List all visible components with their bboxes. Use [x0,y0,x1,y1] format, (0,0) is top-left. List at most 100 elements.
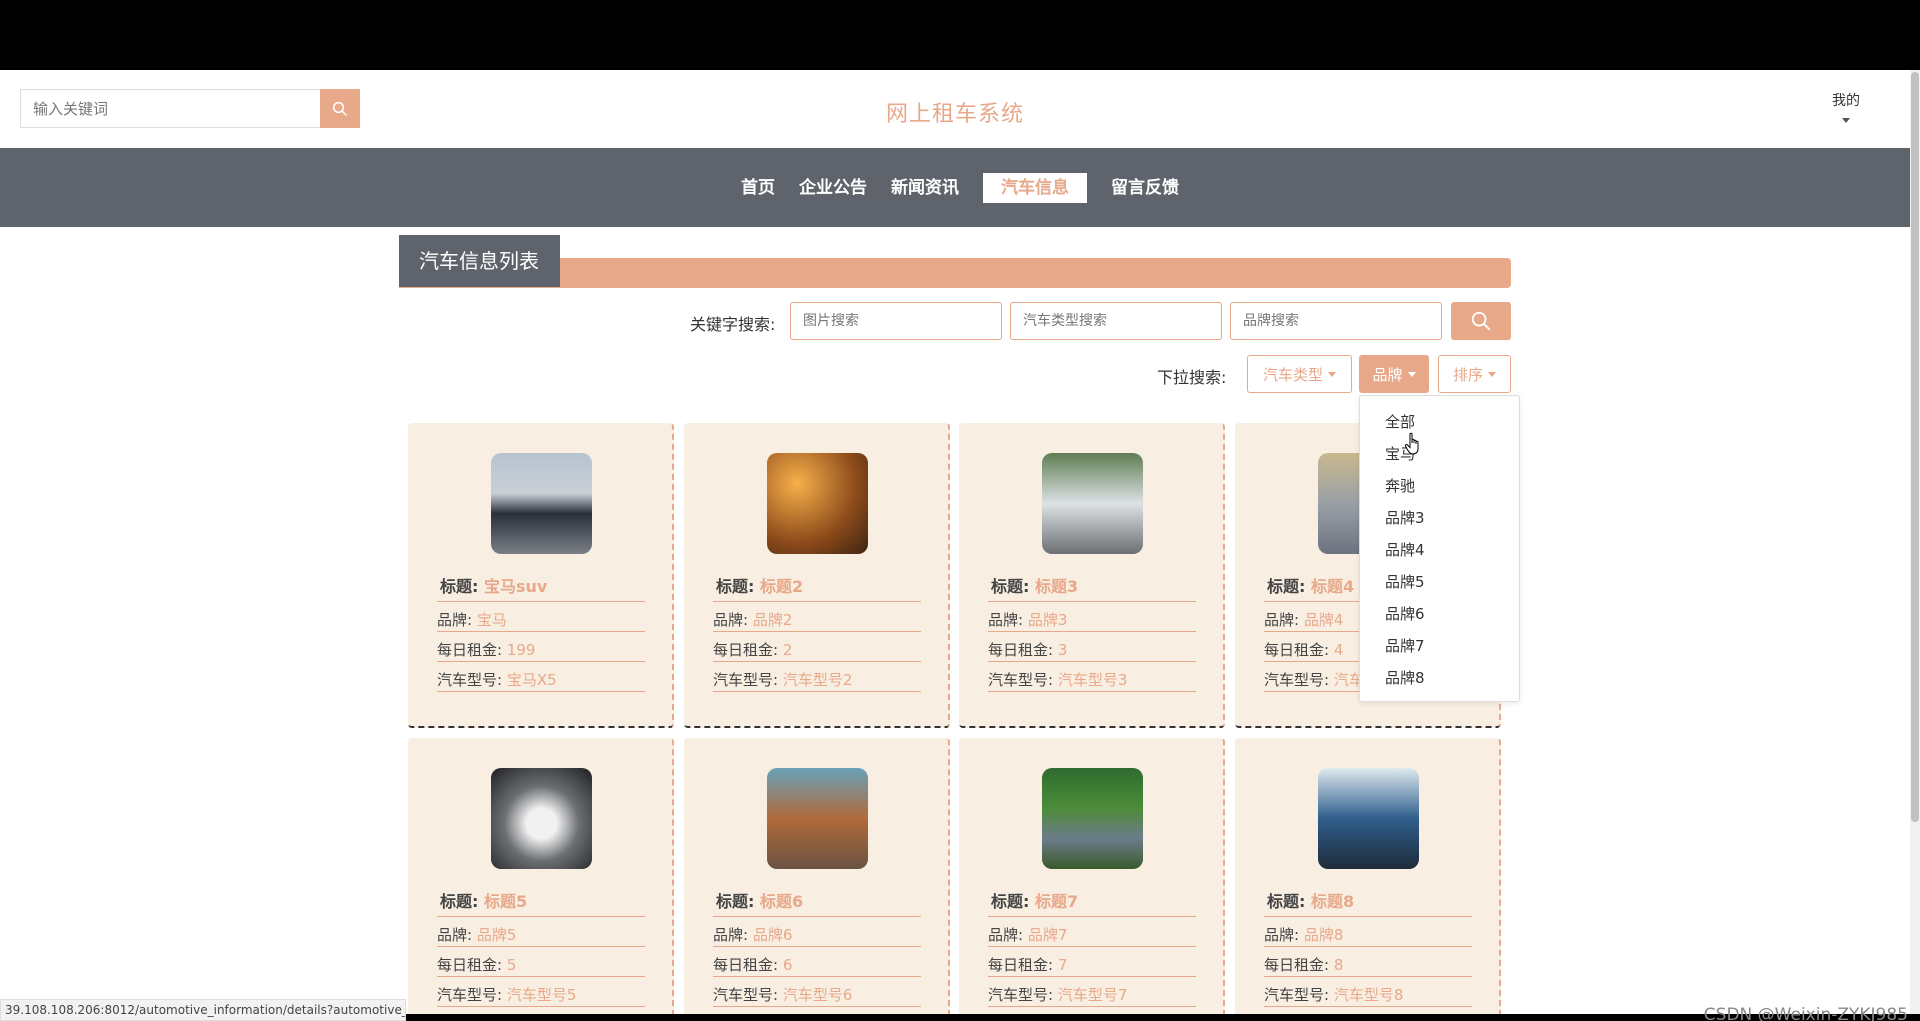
car-type-dropdown-label: 汽车类型 [1262,365,1323,384]
brand-option[interactable]: 品牌8 [1385,667,1425,688]
car-image[interactable] [767,453,868,554]
car-brand: 品牌: 宝马 [437,611,507,629]
divider [437,631,645,632]
divider [437,661,645,662]
divider [1264,1006,1472,1007]
car-brand: 品牌: 品牌3 [988,611,1068,629]
hand-cursor-icon [1405,432,1419,455]
car-brand: 品牌: 品牌2 [713,611,793,629]
car-daily-rent: 每日租金: 7 [988,956,1068,974]
nav-home[interactable]: 首页 [729,173,787,203]
nav-news[interactable]: 新闻资讯 [879,173,971,203]
sort-dropdown[interactable]: 排序 [1438,355,1511,393]
car-daily-rent: 每日租金: 3 [988,641,1068,659]
car-type-dropdown[interactable]: 汽车类型 [1247,355,1352,393]
divider [988,601,1196,602]
scrollbar-thumb[interactable] [1911,72,1919,822]
car-card[interactable]: 标题: 标题6 品牌: 品牌6 每日租金: 6 汽车型号: 汽车型号6 [684,738,950,1014]
car-model: 汽车型号: 汽车型号3 [988,671,1128,689]
car-title: 标题: 宝马suv [440,577,548,596]
car-title: 标题: 标题8 [1267,892,1355,911]
divider [988,631,1196,632]
keyword-search-button[interactable] [1451,302,1511,340]
divider [713,601,921,602]
divider [437,1006,645,1007]
car-image[interactable] [1318,768,1419,869]
car-image[interactable] [1042,453,1143,554]
divider [1264,916,1472,917]
divider [437,601,645,602]
nav-announcements[interactable]: 企业公告 [787,173,879,203]
divider [713,1006,921,1007]
page: 网上租车系统 我的 首页 企业公告 新闻资讯 汽车信息 留言反馈 汽车信息列表 … [0,70,1920,1014]
car-card[interactable]: 标题: 标题7 品牌: 品牌7 每日租金: 7 汽车型号: 汽车型号7 [959,738,1225,1014]
car-brand: 品牌: 品牌7 [988,926,1068,944]
car-daily-rent: 每日租金: 6 [713,956,793,974]
car-image[interactable] [1042,768,1143,869]
car-title: 标题: 标题6 [716,892,804,911]
car-brand: 品牌: 品牌4 [1264,611,1344,629]
image-search-input[interactable] [790,302,1002,340]
divider [713,661,921,662]
section-title-bar [399,258,1511,288]
car-card[interactable]: 标题: 标题3 品牌: 品牌3 每日租金: 3 汽车型号: 汽车型号3 [959,423,1225,728]
car-daily-rent: 每日租金: 199 [437,641,536,659]
nav-car-info[interactable]: 汽车信息 [983,172,1087,203]
brand-option[interactable]: 品牌3 [1385,507,1425,528]
divider [713,631,921,632]
car-model: 汽车型号: 汽车型号5 [437,986,577,1004]
car-image[interactable] [491,453,592,554]
brand-option[interactable]: 品牌6 [1385,603,1425,624]
brand-option[interactable]: 品牌5 [1385,571,1425,592]
car-model: 汽车型号: 汽车型号2 [713,671,853,689]
car-model: 汽车型号: 汽车型号6 [713,986,853,1004]
divider [713,691,921,692]
car-card[interactable]: 标题: 标题8 品牌: 品牌8 每日租金: 8 汽车型号: 汽车型号8 [1235,738,1501,1014]
car-model: 汽车型号: 宝马X5 [437,671,557,689]
nav-feedback[interactable]: 留言反馈 [1099,173,1191,203]
user-menu[interactable]: 我的 [1832,90,1860,123]
car-image[interactable] [491,768,592,869]
caret-down-icon [1407,371,1416,377]
status-bar-url: 39.108.108.206:8012/automotive_informati… [0,999,406,1021]
divider [988,1006,1196,1007]
divider [988,916,1196,917]
site-title: 网上租车系统 [885,102,1024,127]
brand-option[interactable]: 奔驰 [1385,475,1415,496]
page-scrollbar[interactable] [1910,70,1920,1014]
brand-dropdown[interactable]: 品牌 [1359,355,1429,393]
divider [1264,946,1472,947]
keyword-search-label: 关键字搜索: [690,315,776,334]
search-icon [1471,311,1491,331]
car-card[interactable]: 标题: 标题5 品牌: 品牌5 每日租金: 5 汽车型号: 汽车型号5 [408,738,674,1014]
brand-option[interactable]: 全部 [1385,411,1415,432]
caret-down-icon [1328,371,1336,377]
divider [988,661,1196,662]
car-title: 标题: 标题4 [1267,577,1355,596]
car-card[interactable]: 标题: 宝马suv 品牌: 宝马 每日租金: 199 汽车型号: 宝马X5 [408,423,674,728]
brand-search-input[interactable] [1230,302,1442,340]
divider [713,916,921,917]
dropdown-search-label: 下拉搜索: [1157,368,1227,387]
main-nav: 首页 企业公告 新闻资讯 汽车信息 留言反馈 [0,148,1920,227]
divider [437,916,645,917]
header: 网上租车系统 我的 [0,70,1920,148]
divider [437,976,645,977]
car-title: 标题: 标题7 [991,892,1079,911]
sort-dropdown-label: 排序 [1452,365,1483,384]
car-image[interactable] [767,768,868,869]
car-brand: 品牌: 品牌8 [1264,926,1344,944]
brand-dropdown-label: 品牌 [1372,365,1403,384]
brand-option[interactable]: 品牌4 [1385,539,1425,560]
divider [988,691,1196,692]
divider [437,946,645,947]
brand-option[interactable]: 品牌7 [1385,635,1425,656]
car-daily-rent: 每日租金: 4 [1264,641,1344,659]
divider [1264,976,1472,977]
car-daily-rent: 每日租金: 5 [437,956,517,974]
car-card[interactable]: 标题: 标题2 品牌: 品牌2 每日租金: 2 汽车型号: 汽车型号2 [684,423,950,728]
car-daily-rent: 每日租金: 8 [1264,956,1344,974]
car-type-search-input[interactable] [1010,302,1222,340]
car-model: 汽车型号: 汽车型号8 [1264,986,1404,1004]
car-daily-rent: 每日租金: 2 [713,641,793,659]
